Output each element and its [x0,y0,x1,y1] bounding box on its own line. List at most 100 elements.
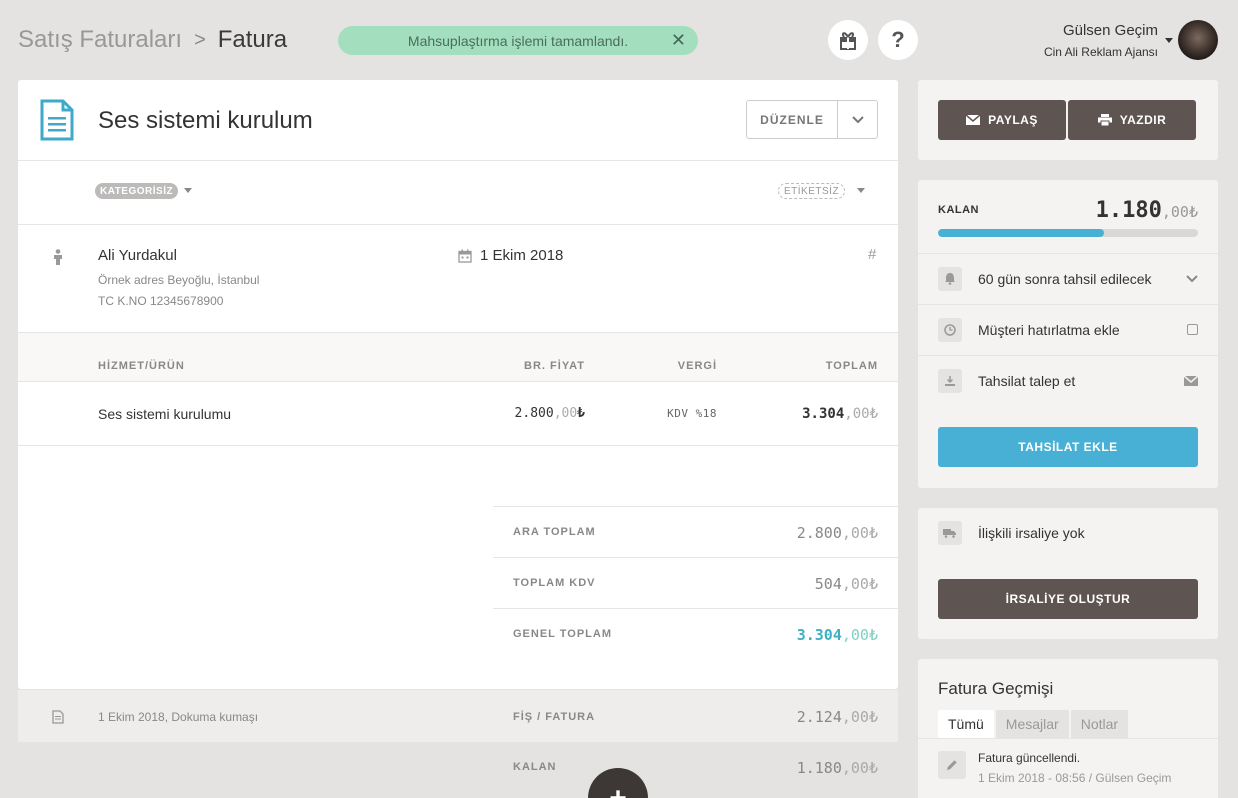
subtotal-int: 2.800 [796,524,842,542]
vat-dec: ,00₺ [841,575,878,593]
toast-message: Mahsuplaştırma işlemi tamamlandı. [407,32,629,49]
table-header [18,332,898,382]
remaining-balance-label: KALAN [938,204,979,216]
breadcrumb-parent[interactable]: Satış Faturaları [18,26,182,54]
divider [493,557,898,558]
share-button[interactable]: PAYLAŞ [938,100,1066,140]
request-text: Tahsilat talep et [978,372,1076,389]
user-menu[interactable]: Gülsen Geçim Cin Ali Reklam Ajansı [1044,22,1158,59]
customer-tax-id: TC K.NO 12345678900 [98,294,224,308]
help-button[interactable]: ? [878,20,918,60]
actions-panel: PAYLAŞ YAZDIR [918,80,1218,160]
grand-total-label: GENEL TOPLAM [513,628,612,640]
tab-notes[interactable]: Notlar [1070,710,1129,738]
category-caret-icon[interactable] [184,188,192,193]
item-unit-price: 2.800,00₺ [515,406,585,421]
invoice-date: 1 Ekim 2018 [480,247,564,264]
divider [493,608,898,609]
breadcrumb-separator: > [194,28,206,51]
download-icon [938,368,962,393]
related-type-label: FİŞ / FATURA [513,711,596,723]
subtotal-value: 2.800,00₺ [797,524,878,542]
add-payment-button[interactable]: TAHSİLAT EKLE [938,427,1198,467]
tab-all[interactable]: Tümü [938,710,994,738]
reminder-row[interactable]: Müşteri hatırlatma ekle [918,304,1218,354]
item-total-dec: ,00₺ [844,406,878,422]
vat-label: TOPLAM KDV [513,577,596,589]
remaining-row: KALAN 1.180,00₺ [18,742,898,798]
history-entry-meta: 1 Ekim 2018 - 08:56 / Gülsen Geçim [978,771,1172,785]
avatar[interactable] [1178,20,1218,60]
remaining-amount-dec: ,00₺ [841,759,878,777]
history-title: Fatura Geçmişi [938,679,1054,698]
divider [18,160,898,161]
remaining-label: KALAN [513,761,557,773]
divider [18,445,898,446]
clock-icon [938,317,962,342]
history-tabs: Tümü Mesajlar Notlar [938,710,1129,738]
user-name: Gülsen Geçim [1062,22,1158,39]
envelope-icon[interactable] [1184,375,1198,386]
column-tax: VERGİ [677,360,717,372]
item-unit-price-int: 2.800 [514,406,554,421]
remaining-balance-value: 1.180,00₺ [1096,198,1198,223]
edit-button[interactable]: DÜZENLE [747,101,837,138]
customer-name[interactable]: Ali Yurdakul [98,247,177,264]
truck-icon [938,521,962,545]
edit-dropdown-button[interactable] [837,101,877,138]
category-pill[interactable]: KATEGORİSİZ [95,183,179,199]
item-name: Ses sistemi kurulumu [98,406,232,422]
request-row[interactable]: Tahsilat talep et [918,355,1218,405]
item-total-int: 3.304 [802,406,845,422]
chevron-down-icon[interactable] [1186,274,1198,283]
related-amount: 2.124,00₺ [797,708,878,726]
payment-progress-fill [938,229,1105,237]
vat-value: 504,00₺ [815,575,878,593]
success-toast: Mahsuplaştırma işlemi tamamlandı. ✕ [338,26,698,55]
print-button[interactable]: YAZDIR [1068,100,1196,140]
remaining-amount-int: 1.180 [796,759,842,777]
pencil-icon [938,751,966,779]
related-amount-int: 2.124 [796,708,842,726]
plus-icon: + [609,782,627,798]
printer-icon [1097,114,1112,126]
edit-button-group: DÜZENLE [746,100,878,139]
gift-icon [840,32,856,50]
item-total: 3.304,00₺ [802,406,878,422]
due-row[interactable]: 60 gün sonra tahsil edilecek [918,253,1218,303]
customer-address: Örnek adres Beyoğlu, İstanbul [98,273,260,287]
bell-icon [938,266,962,291]
user-organization: Cin Ali Reklam Ajansı [1043,45,1158,59]
help-icon: ? [891,27,905,52]
related-receipt-row[interactable]: 1 Ekim 2018, Dokuma kumaşı FİŞ / FATURA … [18,690,898,742]
gift-button[interactable] [828,20,868,60]
tab-messages[interactable]: Mesajlar [995,710,1069,738]
tags-pill[interactable]: ETİKETSİZ [778,183,846,199]
page-title: Fatura [217,26,288,53]
history-entry-text: Fatura güncellendi. [978,751,1081,765]
create-waybill-button[interactable]: İRSALİYE OLUŞTUR [938,579,1198,619]
remaining-balance-dec: ,00₺ [1161,203,1198,221]
tags-caret-icon[interactable] [857,188,865,193]
waybill-status: İlişkili irsaliye yok [978,525,1085,541]
waybill-panel: İlişkili irsaliye yok İRSALİYE OLUŞTUR [918,508,1218,639]
invoice-number: # [868,246,877,263]
user-menu-caret-icon[interactable] [1165,38,1173,43]
remaining-amount: 1.180,00₺ [797,759,878,777]
receipt-icon [52,710,64,724]
envelope-icon [966,115,981,125]
column-item: HİZMET/ÜRÜN [98,360,185,372]
breadcrumb: Satış Faturaları > Fatura [18,26,287,54]
toast-close-icon[interactable]: ✕ [671,30,686,51]
related-description: 1 Ekim 2018, Dokuma kumaşı [98,710,259,724]
chevron-down-icon [851,115,864,123]
subtotal-label: ARA TOPLAM [513,526,596,538]
vat-int: 504 [814,575,842,593]
divider [18,224,898,225]
invoice-card: Ses sistemi kurulum DÜZENLE KATEGORİSİZ … [18,80,898,689]
person-icon [54,249,62,265]
reminder-checkbox[interactable] [1187,324,1198,335]
payment-progress-bar [938,229,1198,237]
reminder-text: Müşteri hatırlatma ekle [978,321,1120,338]
print-label: YAZDIR [1119,113,1167,127]
